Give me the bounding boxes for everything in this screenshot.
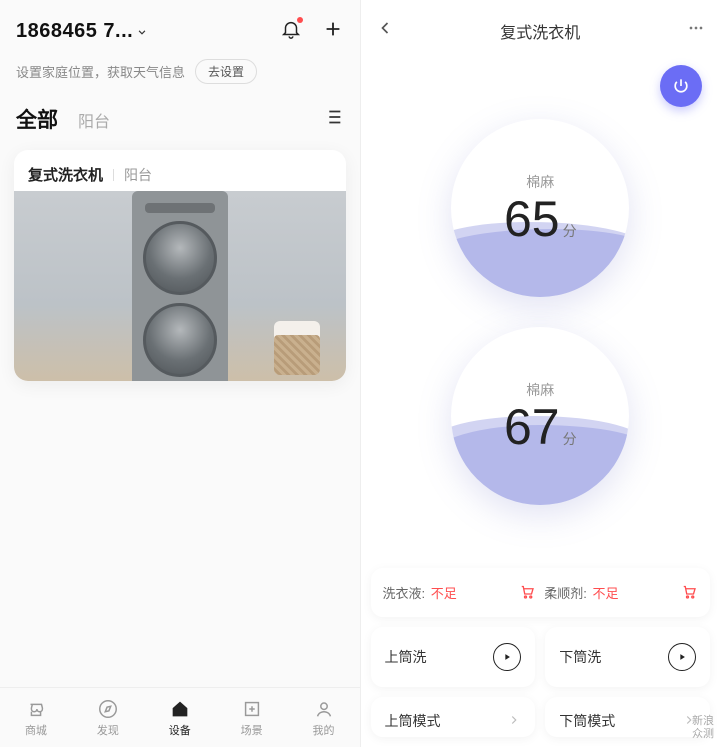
chevron-down-icon: [135, 25, 149, 39]
notifications-button[interactable]: [280, 18, 302, 45]
weather-tip-text: 设置家庭位置，获取天气信息: [16, 62, 185, 81]
nav-mine[interactable]: 我的: [313, 698, 335, 738]
notification-dot-icon: [297, 17, 303, 23]
plus-icon: [322, 18, 344, 40]
device-header: 复式洗衣机: [361, 0, 720, 51]
compass-icon: [97, 698, 119, 720]
room-tabs: 全部 阳台: [0, 98, 360, 144]
softener-label: 柔顺剂:: [544, 586, 587, 601]
watermark: 新浪 众测: [692, 715, 714, 741]
play-icon: [493, 643, 521, 671]
bottom-wash-button[interactable]: 下筒洗: [545, 627, 710, 687]
tab-balcony[interactable]: 阳台: [78, 108, 110, 132]
account-name: 1868465 7...: [16, 20, 133, 43]
dial-unit: 分: [563, 429, 577, 449]
nav-label: 我的: [313, 722, 335, 738]
buy-softener-button[interactable]: [680, 582, 698, 603]
dial-mode: 棉麻: [526, 380, 554, 400]
add-button[interactable]: [322, 18, 344, 45]
basket-illustration: [274, 335, 320, 375]
tab-all[interactable]: 全部: [16, 104, 58, 134]
nav-label: 设备: [169, 722, 191, 738]
chevron-right-icon: [507, 713, 521, 730]
nav-scenes[interactable]: 场景: [241, 698, 263, 738]
device-card-header: 复式洗衣机 阳台: [14, 150, 346, 191]
button-label: 上筒洗: [385, 647, 427, 667]
nav-devices[interactable]: 设备: [169, 698, 191, 738]
dial-unit: 分: [563, 221, 577, 241]
detergent-label: 洗衣液:: [383, 586, 426, 601]
nav-store[interactable]: 商城: [25, 698, 47, 738]
softener-status[interactable]: 柔顺剂: 不足: [544, 582, 698, 603]
power-icon: [671, 76, 691, 96]
list-view-button[interactable]: [322, 106, 344, 133]
top-wash-button[interactable]: 上筒洗: [371, 627, 536, 687]
go-settings-button[interactable]: 去设置: [195, 59, 257, 84]
device-bottom-panel: 洗衣液: 不足 柔顺剂: 不足 上筒洗: [361, 560, 720, 747]
dials-area: 棉麻 65 分 棉麻 67 分: [361, 107, 720, 560]
device-title: 复式洗衣机: [28, 164, 103, 185]
dial-mode: 棉麻: [526, 172, 554, 192]
buy-detergent-button[interactable]: [518, 582, 536, 603]
washer-illustration: [132, 191, 228, 381]
cart-icon: [680, 582, 698, 600]
button-label: 上筒模式: [385, 711, 441, 731]
weather-tip-bar: 设置家庭位置，获取天气信息 去设置: [0, 53, 360, 98]
dots-icon: [686, 18, 706, 38]
chevron-left-icon: [375, 18, 395, 38]
scene-icon: [241, 698, 263, 720]
separator: [113, 169, 114, 181]
device-card[interactable]: 复式洗衣机 阳台: [14, 150, 346, 381]
home-screen: 1868465 7... 设置家庭位置，获取天气信息 去设置 全部 阳台 复式洗…: [0, 0, 360, 747]
power-button[interactable]: [660, 65, 702, 107]
header-actions: [280, 18, 344, 45]
top-mode-button[interactable]: 上筒模式: [371, 697, 536, 737]
bottom-mode-button[interactable]: 下筒模式: [545, 697, 710, 737]
detergent-status[interactable]: 洗衣液: 不足: [383, 582, 537, 603]
softener-value: 不足: [593, 586, 619, 601]
device-image: [14, 191, 346, 381]
nav-label: 发现: [97, 722, 119, 738]
supply-card: 洗衣液: 不足 柔顺剂: 不足: [371, 568, 711, 617]
more-button[interactable]: [686, 18, 706, 43]
user-icon: [313, 698, 335, 720]
device-room: 阳台: [124, 165, 152, 185]
device-detail-screen: 复式洗衣机 棉麻 65 分 棉麻 67 分: [361, 0, 720, 747]
dial-value: 65: [504, 194, 560, 244]
button-label: 下筒洗: [559, 647, 601, 667]
button-label: 下筒模式: [559, 711, 615, 731]
account-dropdown[interactable]: 1868465 7...: [16, 20, 149, 43]
bottom-nav: 商城 发现 设备 场景 我的: [0, 687, 360, 747]
dial-value: 67: [504, 402, 560, 452]
detergent-value: 不足: [431, 586, 457, 601]
play-icon: [668, 643, 696, 671]
home-icon: [169, 698, 191, 720]
cart-icon: [518, 582, 536, 600]
list-icon: [322, 106, 344, 128]
nav-label: 场景: [241, 722, 263, 738]
store-icon: [25, 698, 47, 720]
home-header: 1868465 7...: [0, 0, 360, 53]
top-drum-dial[interactable]: 棉麻 65 分: [451, 119, 629, 297]
nav-discover[interactable]: 发现: [97, 698, 119, 738]
bottom-drum-dial[interactable]: 棉麻 67 分: [451, 327, 629, 505]
device-title: 复式洗衣机: [500, 19, 580, 43]
back-button[interactable]: [375, 18, 395, 43]
nav-label: 商城: [25, 722, 47, 738]
